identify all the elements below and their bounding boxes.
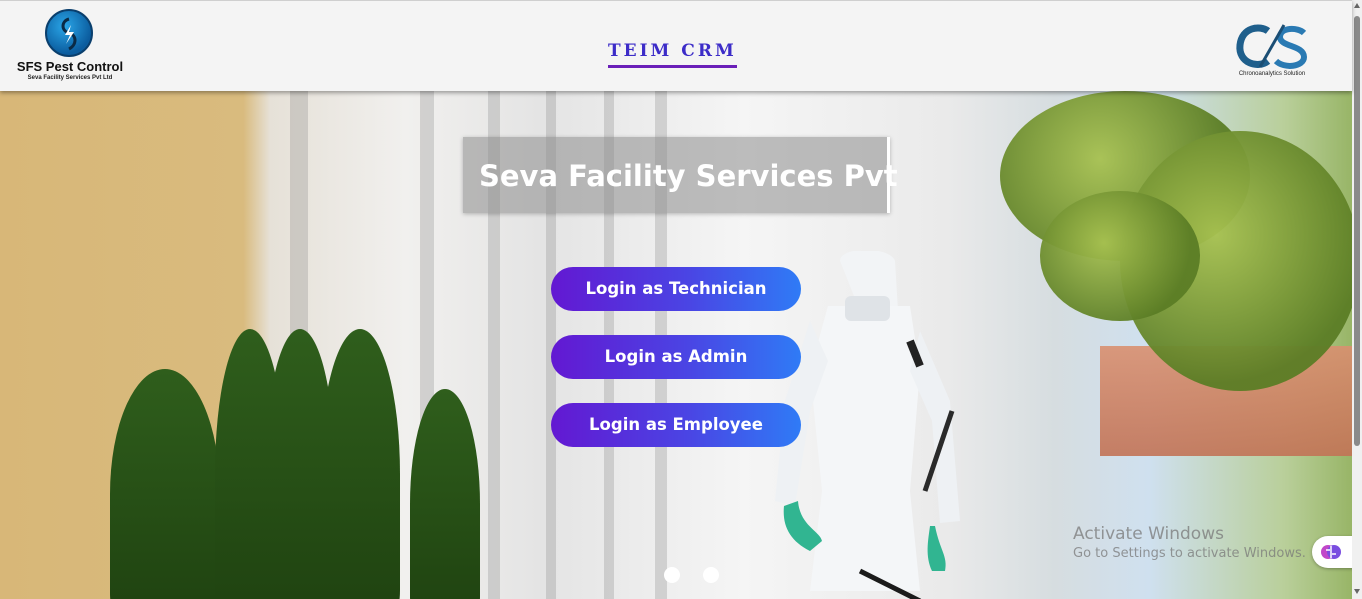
chronoanalytics-logo[interactable]: Chronoanalytics Solution bbox=[1232, 23, 1312, 83]
app-header: SFS Pest Control Seva Facility Services … bbox=[0, 0, 1352, 91]
brain-icon bbox=[1321, 545, 1341, 559]
login-technician-button[interactable]: Login as Technician bbox=[551, 267, 801, 311]
carousel-dot-1[interactable] bbox=[664, 567, 680, 583]
hero-banner: Seva Facility Services Pvt Login as Tech… bbox=[0, 91, 1352, 599]
tree-foliage bbox=[1040, 191, 1200, 321]
company-name-text: Seva Facility Services Pvt bbox=[479, 159, 898, 193]
watermark-subtitle: Go to Settings to activate Windows. bbox=[1073, 546, 1306, 561]
assistant-button[interactable] bbox=[1312, 536, 1352, 568]
cypress-tree bbox=[410, 389, 480, 599]
cypress-tree bbox=[320, 329, 400, 599]
cs-logo-icon bbox=[1236, 24, 1308, 69]
lightning-circle-icon bbox=[45, 9, 93, 57]
sfs-logo[interactable]: SFS Pest Control Seva Facility Services … bbox=[12, 7, 132, 87]
scroll-thumb[interactable] bbox=[1354, 16, 1360, 446]
logo-company-subtitle: Seva Facility Services Pvt Ltd bbox=[27, 75, 113, 81]
page-title: TEIM CRM bbox=[608, 41, 737, 68]
windows-activation-watermark: Activate Windows Go to Settings to activ… bbox=[1073, 524, 1306, 561]
login-employee-button[interactable]: Login as Employee bbox=[551, 403, 801, 447]
watermark-title: Activate Windows bbox=[1073, 524, 1224, 544]
logo-company-name: SFS Pest Control bbox=[16, 59, 124, 74]
scroll-down-arrow-icon[interactable] bbox=[1354, 589, 1360, 594]
logo-right-subtitle: Chronoanalytics Solution bbox=[1238, 71, 1306, 77]
carousel-dot-2[interactable] bbox=[703, 567, 719, 583]
vertical-scrollbar[interactable] bbox=[1352, 0, 1362, 599]
cypress-tree bbox=[110, 369, 220, 599]
login-admin-button[interactable]: Login as Admin bbox=[551, 335, 801, 379]
scroll-up-arrow-icon[interactable] bbox=[1354, 3, 1360, 8]
company-name-banner: Seva Facility Services Pvt bbox=[463, 137, 898, 213]
